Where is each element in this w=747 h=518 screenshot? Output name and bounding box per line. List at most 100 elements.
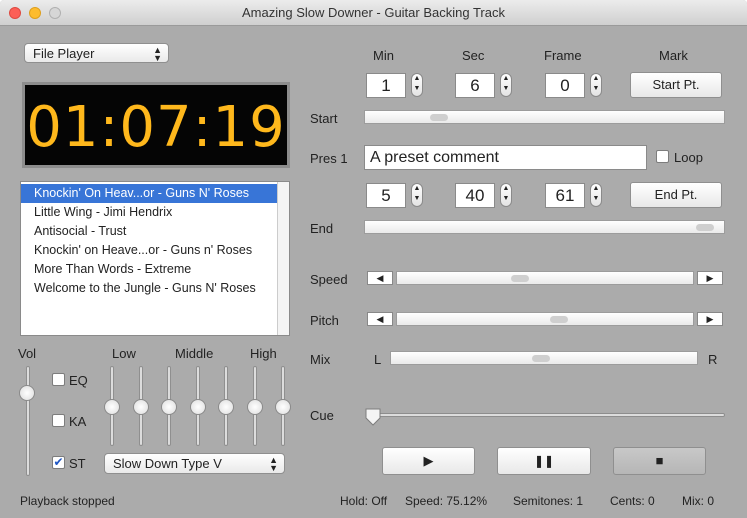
eq-band-slider[interactable] [104, 366, 120, 446]
start-sec-stepper[interactable]: ▲ ▼ [500, 73, 512, 97]
speed-label: Speed [310, 272, 348, 287]
ka-checkbox[interactable] [52, 414, 65, 427]
end-label: End [310, 221, 334, 236]
app-window: Amazing Slow Downer - Guitar Backing Tra… [0, 0, 747, 518]
slowdown-type-value: Slow Down Type V [113, 456, 222, 471]
pitch-increase-button[interactable]: ▶ [697, 312, 723, 326]
eq-checkbox[interactable] [52, 373, 65, 386]
time-display: 01:07:19 [22, 82, 290, 168]
eq-band-slider[interactable] [246, 366, 263, 446]
eq-band-slider[interactable] [132, 366, 149, 446]
start-min-field[interactable]: 1 [366, 73, 406, 98]
eq-band-slider-knob[interactable] [218, 399, 234, 415]
end-frame-stepper[interactable]: ▲ ▼ [590, 183, 602, 207]
preset-label: Pres 1 [310, 151, 348, 166]
cue-label: Cue [310, 408, 334, 423]
playlist-item[interactable]: Antisocial - Trust [21, 222, 277, 241]
speed-slider-knob[interactable] [510, 275, 529, 282]
playlist-item[interactable]: Welcome to the Jungle - Guns N' Roses [21, 279, 277, 298]
eq-band-slider[interactable] [218, 366, 234, 446]
start-slider[interactable] [364, 110, 725, 124]
title-bar: Amazing Slow Downer - Guitar Backing Tra… [0, 0, 747, 26]
updown-arrows-icon: ▲ ▼ [269, 455, 278, 473]
eq-band-slider-knob[interactable] [275, 399, 291, 415]
end-frame-field[interactable]: 61 [545, 183, 585, 208]
playlist-item[interactable]: Knockin' On Heav...or - Guns N' Roses [21, 184, 277, 203]
cents-status: Cents: 0 [610, 494, 655, 508]
cue-slider[interactable] [365, 408, 725, 426]
volume-slider[interactable] [19, 366, 35, 476]
end-slider-knob[interactable] [695, 224, 714, 231]
start-slider-knob[interactable] [429, 114, 448, 121]
pause-button[interactable]: ❚❚ [497, 447, 591, 475]
loop-label: Loop [674, 150, 703, 165]
pitch-control: ◀ ▶ [367, 312, 723, 326]
start-min-stepper[interactable]: ▲ ▼ [411, 73, 423, 97]
eq-low-label: Low [112, 346, 136, 361]
cue-slider-knob[interactable] [365, 408, 381, 426]
eq-band-slider[interactable] [275, 366, 291, 446]
pitch-slider[interactable] [396, 312, 694, 326]
time-display-value: 01:07:19 [26, 95, 286, 160]
stop-button[interactable]: ■ [613, 447, 706, 475]
volume-slider-knob[interactable] [19, 385, 35, 402]
start-point-button[interactable]: Start Pt. [630, 72, 722, 98]
playlist-item[interactable]: Little Wing - Jimi Hendrix [21, 203, 277, 222]
eq-band-slider-knob[interactable] [104, 399, 120, 415]
start-frame-stepper[interactable]: ▲ ▼ [590, 73, 602, 97]
pitch-slider-knob[interactable] [549, 316, 568, 323]
source-popup[interactable]: File Player ▲ ▼ [24, 43, 169, 63]
sec-header: Sec [462, 48, 485, 63]
eq-high-label: High [250, 346, 277, 361]
playlist-item[interactable]: More Than Words - Extreme [21, 260, 277, 279]
slowdown-type-popup[interactable]: Slow Down Type V ▲ ▼ [104, 453, 285, 474]
updown-arrows-icon: ▲ ▼ [153, 45, 162, 63]
min-header: Min [373, 48, 394, 63]
speed-increase-button[interactable]: ▶ [697, 271, 723, 285]
mix-label: Mix [310, 352, 331, 367]
mix-slider-knob[interactable] [532, 355, 551, 362]
mix-status: Mix: 0 [682, 494, 715, 508]
frame-header: Frame [544, 48, 582, 63]
speed-slider[interactable] [396, 271, 694, 285]
speed-control: ◀ ▶ [367, 271, 723, 285]
end-point-button[interactable]: End Pt. [630, 182, 722, 208]
eq-label: EQ [69, 373, 88, 388]
speed-status: Speed: 75.12% [405, 494, 488, 508]
eq-middle-label: Middle [175, 346, 214, 361]
eq-band-slider-knob[interactable] [246, 399, 263, 415]
vol-label: Vol [18, 346, 37, 361]
playlist-scrollbar[interactable] [277, 182, 289, 335]
st-label: ST [69, 456, 86, 471]
semitones-status: Semitones: 1 [513, 494, 584, 508]
eq-band-slider[interactable] [161, 366, 177, 446]
mix-right-label: R [708, 352, 718, 367]
source-popup-value: File Player [33, 46, 95, 61]
eq-band-slider[interactable] [189, 366, 206, 446]
end-min-field[interactable]: 5 [366, 183, 406, 208]
preset-comment-field[interactable]: A preset comment [364, 145, 647, 170]
eq-band-slider-knob[interactable] [132, 399, 149, 415]
end-min-stepper[interactable]: ▲ ▼ [411, 183, 423, 207]
st-checkbox[interactable]: ✔ [52, 456, 65, 469]
playlist-item[interactable]: Knockin' on Heave...or - Guns n' Roses [21, 241, 277, 260]
start-sec-field[interactable]: 6 [455, 73, 495, 98]
eq-band-sliders [100, 366, 291, 448]
eq-band-slider-knob[interactable] [161, 399, 177, 415]
start-frame-field[interactable]: 0 [545, 73, 585, 98]
play-button[interactable]: ▶ [382, 447, 475, 475]
loop-checkbox[interactable] [656, 150, 669, 163]
mix-left-label: L [374, 352, 382, 367]
playback-status: Playback stopped [20, 494, 115, 508]
mix-slider[interactable] [390, 351, 698, 365]
mark-header: Mark [659, 48, 688, 63]
hold-status: Hold: Off [340, 494, 388, 508]
end-sec-stepper[interactable]: ▲ ▼ [500, 183, 512, 207]
end-slider[interactable] [364, 220, 725, 234]
playlist[interactable]: Knockin' On Heav...or - Guns N' Roses Lit… [20, 181, 290, 336]
speed-decrease-button[interactable]: ◀ [367, 271, 393, 285]
end-sec-field[interactable]: 40 [455, 183, 495, 208]
eq-band-slider-knob[interactable] [189, 399, 206, 415]
pitch-decrease-button[interactable]: ◀ [367, 312, 393, 326]
ka-label: KA [69, 414, 87, 429]
